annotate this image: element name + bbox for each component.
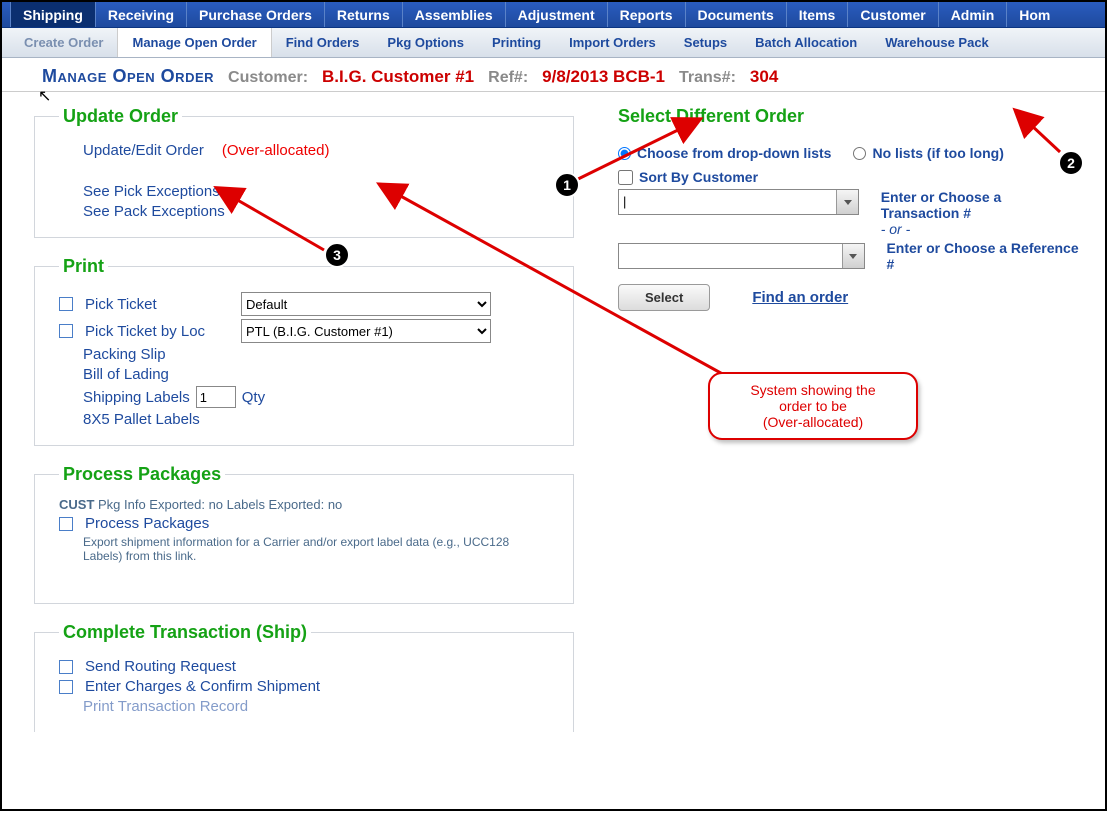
select-button[interactable]: Select (618, 284, 710, 311)
sort-by-customer-checkbox[interactable] (618, 170, 633, 185)
find-an-order-link[interactable]: Find an order (752, 289, 848, 306)
update-order-section: Update Order Update/Edit Order (Over-all… (34, 106, 574, 238)
over-allocated-warning: (Over-allocated) (222, 142, 330, 159)
shipping-labels-link[interactable]: Shipping Labels (83, 389, 190, 406)
no-lists-label: No lists (if too long) (872, 145, 1003, 161)
hint-reference: Enter or Choose a Reference # (886, 240, 1080, 272)
subnav-manage-open-order[interactable]: Manage Open Order (117, 28, 271, 57)
reference-combo[interactable] (618, 243, 865, 269)
pick-ticket-loc-select[interactable]: PTL (B.I.G. Customer #1) (241, 319, 491, 343)
packing-slip-link[interactable]: Packing Slip (83, 346, 166, 363)
choose-dropdown-radio[interactable] (618, 147, 631, 160)
pick-ticket-link[interactable]: Pick Ticket (85, 296, 235, 313)
print-legend: Print (59, 256, 108, 277)
subnav-pkg-options[interactable]: Pkg Options (373, 28, 478, 57)
qty-label: Qty (242, 389, 265, 406)
complete-transaction-legend: Complete Transaction (Ship) (59, 622, 311, 643)
nav-items[interactable]: Items (786, 2, 848, 27)
nav-assemblies[interactable]: Assemblies (402, 2, 505, 27)
hint-or: - or - (881, 221, 1080, 237)
nav-admin[interactable]: Admin (938, 2, 1007, 27)
select-different-order-legend: Select Different Order (618, 106, 804, 127)
subnav-create-order[interactable]: Create Order (10, 28, 117, 57)
pick-ticket-loc-link[interactable]: Pick Ticket by Loc (85, 323, 235, 340)
nav-reports[interactable]: Reports (607, 2, 685, 27)
pick-ticket-checkbox[interactable] (59, 297, 73, 311)
no-lists-radio[interactable] (853, 147, 866, 160)
sort-by-customer-label: Sort By Customer (639, 169, 758, 185)
page-header: Manage Open Order Customer: B.I.G. Custo… (2, 58, 1105, 92)
process-status-text: Pkg Info Exported: no Labels Exported: n… (94, 497, 342, 512)
nav-customer[interactable]: Customer (847, 2, 937, 27)
customer-label: Customer: (228, 69, 308, 87)
enter-charges-link[interactable]: Enter Charges & Confirm Shipment (85, 678, 320, 695)
process-packages-checkbox[interactable] (59, 517, 73, 531)
shipping-qty-input[interactable] (196, 386, 236, 408)
process-packages-section: Process Packages CUST Pkg Info Exported:… (34, 464, 574, 604)
trans-value: 304 (750, 67, 778, 87)
sub-nav: Create Order Manage Open Order Find Orde… (2, 28, 1105, 58)
see-pick-exceptions-link[interactable]: See Pick Exceptions (83, 183, 220, 200)
process-packages-desc: Export shipment information for a Carrie… (83, 535, 513, 563)
subnav-warehouse-pack[interactable]: Warehouse Pack (871, 28, 1003, 57)
print-transaction-record-link[interactable]: Print Transaction Record (83, 698, 248, 715)
update-edit-order-link[interactable]: Update/Edit Order (83, 142, 204, 159)
ref-label: Ref#: (488, 69, 528, 87)
enter-charges-checkbox[interactable] (59, 680, 73, 694)
chevron-down-icon[interactable] (842, 244, 864, 268)
transaction-combo[interactable] (618, 189, 859, 215)
ref-value: 9/8/2013 BCB-1 (542, 67, 665, 87)
see-pack-exceptions-link[interactable]: See Pack Exceptions (83, 203, 225, 220)
transaction-combo-input[interactable] (619, 190, 836, 212)
page-title: Manage Open Order (42, 66, 214, 87)
subnav-printing[interactable]: Printing (478, 28, 555, 57)
hint-transaction: Enter or Choose a Transaction # (881, 189, 1080, 221)
send-routing-link[interactable]: Send Routing Request (85, 658, 236, 675)
trans-label: Trans#: (679, 69, 736, 87)
subnav-import-orders[interactable]: Import Orders (555, 28, 670, 57)
subnav-setups[interactable]: Setups (670, 28, 741, 57)
nav-receiving[interactable]: Receiving (95, 2, 186, 27)
process-packages-legend: Process Packages (59, 464, 225, 485)
process-status-prefix: CUST (59, 497, 94, 512)
subnav-batch-allocation[interactable]: Batch Allocation (741, 28, 871, 57)
chevron-down-icon[interactable] (836, 190, 858, 214)
send-routing-checkbox[interactable] (59, 660, 73, 674)
nav-documents[interactable]: Documents (685, 2, 786, 27)
pallet-labels-link[interactable]: 8X5 Pallet Labels (83, 411, 200, 428)
nav-adjustment[interactable]: Adjustment (505, 2, 607, 27)
bill-of-lading-link[interactable]: Bill of Lading (83, 366, 169, 383)
top-nav: Shipping Receiving Purchase Orders Retur… (2, 2, 1105, 28)
cursor-icon: ↖ (38, 86, 51, 106)
nav-purchase-orders[interactable]: Purchase Orders (186, 2, 324, 27)
pick-ticket-loc-checkbox[interactable] (59, 324, 73, 338)
subnav-find-orders[interactable]: Find Orders (272, 28, 374, 57)
customer-value: B.I.G. Customer #1 (322, 67, 474, 87)
nav-home[interactable]: Hom (1006, 2, 1062, 27)
choose-dropdown-label: Choose from drop-down lists (637, 145, 831, 161)
process-packages-link[interactable]: Process Packages (85, 515, 209, 532)
nav-shipping[interactable]: Shipping (10, 2, 95, 27)
pick-ticket-select[interactable]: Default (241, 292, 491, 316)
select-different-order-section: Select Different Order Choose from drop-… (614, 106, 1094, 328)
reference-combo-input[interactable] (619, 244, 842, 266)
print-section: Print Pick Ticket Default Pick Ticket by… (34, 256, 574, 446)
nav-returns[interactable]: Returns (324, 2, 402, 27)
complete-transaction-section: Complete Transaction (Ship) Send Routing… (34, 622, 574, 732)
update-order-legend: Update Order (59, 106, 182, 127)
